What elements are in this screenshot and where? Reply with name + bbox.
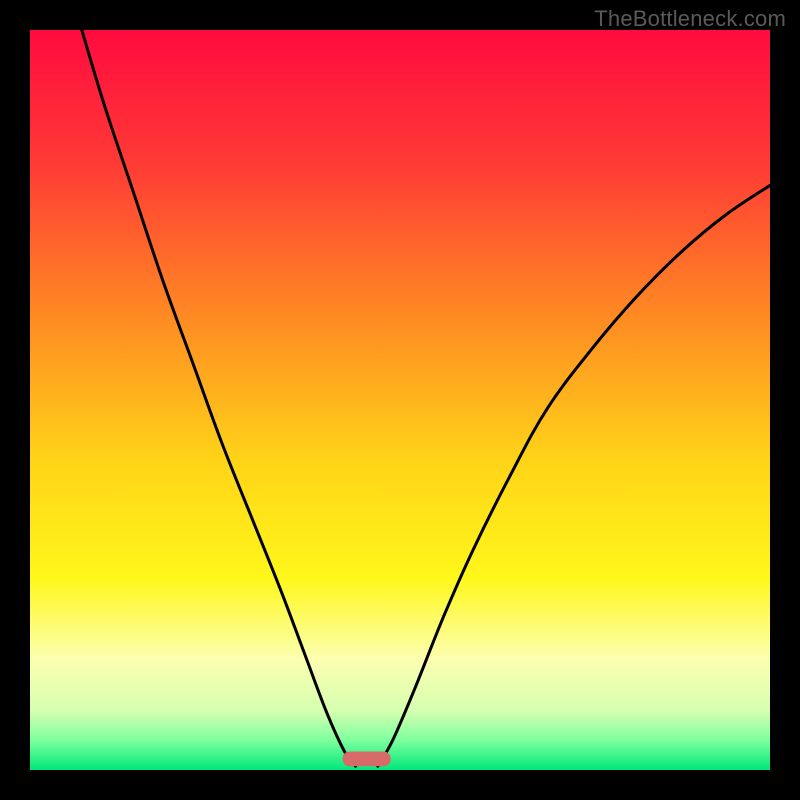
watermark-text: TheBottleneck.com xyxy=(594,6,786,32)
plot-svg xyxy=(30,30,770,770)
bottleneck-marker xyxy=(343,752,391,767)
chart-container: TheBottleneck.com xyxy=(0,0,800,800)
plot-frame xyxy=(30,30,770,770)
gradient-background xyxy=(30,30,770,770)
